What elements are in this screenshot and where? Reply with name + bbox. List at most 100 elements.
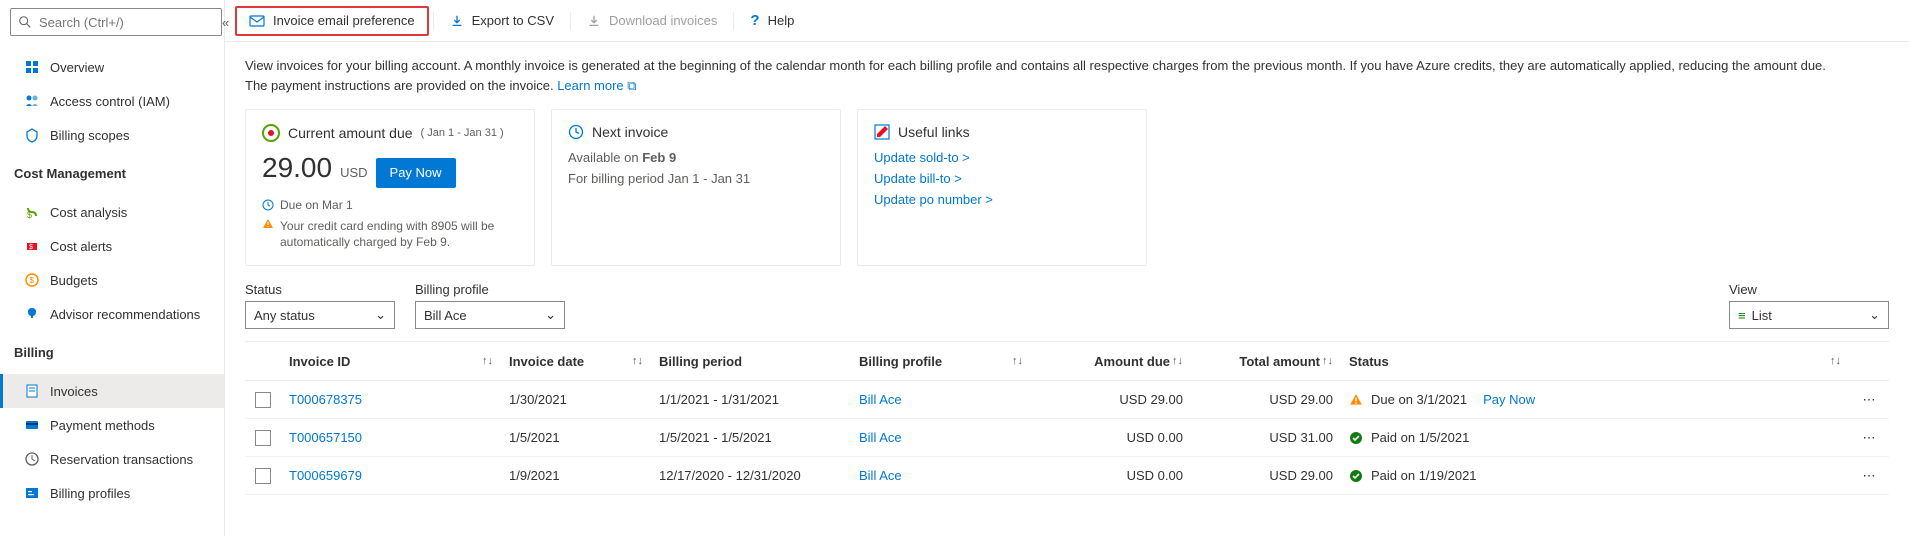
table-row: T0006596791/9/202112/17/2020 - 12/31/202… bbox=[245, 457, 1889, 495]
amount-due-range: ( Jan 1 - Jan 31 ) bbox=[421, 127, 504, 139]
col-status[interactable]: Status bbox=[1349, 354, 1389, 369]
sidebar-item-cost-alerts[interactable]: $Cost alerts bbox=[0, 229, 224, 263]
learn-more-link[interactable]: Learn more ⧉ bbox=[557, 78, 636, 93]
invoice-id-link[interactable]: T000678375 bbox=[289, 392, 362, 407]
due-on-text: Due on Mar 1 bbox=[280, 198, 353, 212]
invoices-table: Invoice ID↑↓ Invoice date↑↓ Billing peri… bbox=[245, 341, 1889, 495]
view-dropdown[interactable]: ≡ List ⌄ bbox=[1729, 301, 1889, 329]
col-billing-period[interactable]: Billing period bbox=[659, 354, 742, 369]
invoice-id-link[interactable]: T000657150 bbox=[289, 430, 362, 445]
download-invoices-button: Download invoices bbox=[575, 6, 729, 36]
next-invoice-period: For billing period Jan 1 - Jan 31 bbox=[568, 171, 824, 186]
sidebar-item-access-control-iam-[interactable]: Access control (IAM) bbox=[0, 84, 224, 118]
search-input[interactable] bbox=[39, 15, 215, 30]
next-invoice-title: Next invoice bbox=[592, 124, 668, 140]
table-row: T0006571501/5/20211/5/2021 - 1/5/2021Bil… bbox=[245, 419, 1889, 457]
svg-text:$: $ bbox=[30, 276, 35, 285]
invoice-id-link[interactable]: T000659679 bbox=[289, 468, 362, 483]
profiles-icon bbox=[24, 485, 40, 501]
profile-filter-dropdown[interactable]: Bill Ace ⌄ bbox=[415, 301, 565, 329]
sidebar-item-label: Cost analysis bbox=[50, 205, 127, 220]
invoice-email-preference-button[interactable]: Invoice email preference bbox=[235, 6, 429, 36]
pay-now-link[interactable]: Pay Now bbox=[1483, 392, 1535, 407]
reservation-icon bbox=[24, 451, 40, 467]
pay-now-button[interactable]: Pay Now bbox=[376, 158, 456, 188]
sidebar: « OverviewAccess control (IAM)Billing sc… bbox=[0, 0, 225, 536]
amount-due-title: Current amount due bbox=[288, 125, 413, 141]
status-icon bbox=[1349, 431, 1363, 445]
chevron-down-icon: ⌄ bbox=[1869, 307, 1880, 323]
col-billing-profile[interactable]: Billing profile bbox=[859, 354, 942, 369]
sidebar-item-billing-profiles[interactable]: Billing profiles bbox=[0, 476, 224, 510]
invoice-email-preference-label: Invoice email preference bbox=[273, 13, 415, 28]
status-text: Paid on 1/19/2021 bbox=[1371, 468, 1477, 483]
export-csv-button[interactable]: Export to CSV bbox=[438, 6, 566, 36]
col-invoice-id[interactable]: Invoice ID bbox=[289, 354, 350, 369]
available-prefix: Available on bbox=[568, 150, 642, 165]
amount-due-icon bbox=[262, 124, 280, 142]
sidebar-item-advisor-recommendations[interactable]: Advisor recommendations bbox=[0, 297, 224, 331]
nav-heading-billing: Billing bbox=[0, 337, 224, 368]
svg-text:$: $ bbox=[29, 244, 33, 251]
sidebar-item-billing-scopes[interactable]: Billing scopes bbox=[0, 118, 224, 152]
search-box[interactable] bbox=[10, 8, 222, 36]
download-icon bbox=[450, 14, 464, 28]
download-invoices-label: Download invoices bbox=[609, 13, 717, 28]
billing-profile-link[interactable]: Bill Ace bbox=[859, 392, 902, 407]
download-icon bbox=[587, 14, 601, 28]
svg-text:$: $ bbox=[27, 210, 32, 220]
overview-icon bbox=[24, 59, 40, 75]
budgets-icon: $ bbox=[24, 272, 40, 288]
useful-links-title: Useful links bbox=[898, 124, 970, 140]
billing-profile-link[interactable]: Bill Ace bbox=[859, 430, 902, 445]
sidebar-item-invoices[interactable]: Invoices bbox=[0, 374, 224, 408]
payment-icon bbox=[24, 417, 40, 433]
status-filter-dropdown[interactable]: Any status ⌄ bbox=[245, 301, 395, 329]
update-bill-to-link[interactable]: Update bill-to > bbox=[874, 171, 1130, 186]
next-invoice-card: Next invoice Available on Feb 9 For bill… bbox=[551, 109, 841, 266]
main: Invoice email preference Export to CSV D… bbox=[225, 0, 1909, 536]
sidebar-item-budgets[interactable]: $Budgets bbox=[0, 263, 224, 297]
update-sold-to-link[interactable]: Update sold-to > bbox=[874, 150, 1130, 165]
billing-profile-link[interactable]: Bill Ace bbox=[859, 468, 902, 483]
col-invoice-date[interactable]: Invoice date bbox=[509, 354, 584, 369]
row-more-button[interactable]: ⋯ bbox=[1849, 468, 1889, 484]
total-amount: USD 31.00 bbox=[1191, 430, 1341, 445]
invoice-date: 1/30/2021 bbox=[501, 392, 651, 407]
status-filter-label: Status bbox=[245, 282, 395, 297]
description-text: View invoices for your billing account. … bbox=[245, 58, 1826, 93]
current-amount-due-card: Current amount due ( Jan 1 - Jan 31 ) 29… bbox=[245, 109, 535, 266]
invoices-icon bbox=[24, 383, 40, 399]
useful-links-card: Useful links Update sold-to > Update bil… bbox=[857, 109, 1147, 266]
nav-heading-cost: Cost Management bbox=[0, 158, 224, 189]
row-more-button[interactable]: ⋯ bbox=[1849, 392, 1889, 408]
mail-icon bbox=[249, 13, 265, 29]
clock-icon bbox=[262, 199, 274, 211]
status-icon bbox=[1349, 469, 1363, 483]
sidebar-item-cost-analysis[interactable]: $ Cost analysis bbox=[0, 195, 224, 229]
row-more-button[interactable]: ⋯ bbox=[1849, 430, 1889, 446]
update-po-number-link[interactable]: Update po number > bbox=[874, 192, 1130, 207]
sidebar-item-reservation-transactions[interactable]: Reservation transactions bbox=[0, 442, 224, 476]
col-total-amount[interactable]: Total amount bbox=[1239, 354, 1320, 369]
cost-alerts-icon: $ bbox=[24, 238, 40, 254]
status-text: Due on 3/1/2021 bbox=[1371, 392, 1467, 407]
col-amount-due[interactable]: Amount due bbox=[1094, 354, 1170, 369]
sidebar-item-label: Billing scopes bbox=[50, 128, 130, 143]
sidebar-item-payment-methods[interactable]: Payment methods bbox=[0, 408, 224, 442]
row-checkbox[interactable] bbox=[255, 468, 271, 484]
help-button[interactable]: ? Help bbox=[738, 6, 806, 36]
invoice-date: 1/9/2021 bbox=[501, 468, 651, 483]
sidebar-item-label: Reservation transactions bbox=[50, 452, 193, 467]
list-icon: ≡ bbox=[1738, 308, 1746, 323]
chevron-down-icon: ⌄ bbox=[545, 307, 556, 323]
sidebar-item-overview[interactable]: Overview bbox=[0, 50, 224, 84]
export-csv-label: Export to CSV bbox=[472, 13, 554, 28]
advisor-icon bbox=[24, 306, 40, 322]
chevron-down-icon: ⌄ bbox=[375, 307, 386, 323]
row-checkbox[interactable] bbox=[255, 430, 271, 446]
row-checkbox[interactable] bbox=[255, 392, 271, 408]
toolbar: Invoice email preference Export to CSV D… bbox=[225, 0, 1909, 42]
billing-period: 1/1/2021 - 1/31/2021 bbox=[651, 392, 851, 407]
invoice-date: 1/5/2021 bbox=[501, 430, 651, 445]
